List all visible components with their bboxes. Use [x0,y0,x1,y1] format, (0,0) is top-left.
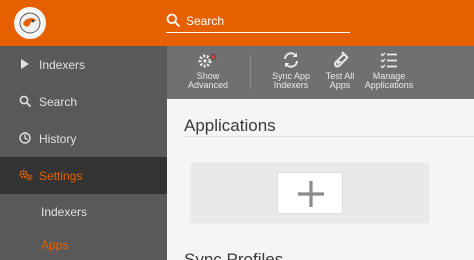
manage-applications-button[interactable]: Manage Applications [362,51,416,97]
top-header [0,0,474,46]
sidebar-item-indexers[interactable]: Indexers [0,46,167,83]
section-divider [184,136,474,137]
list-check-icon [380,52,397,69]
sidebar-item-label: Indexers [39,58,86,72]
sidebar-item-label: History [39,132,77,146]
toolbar-label-line2: Apps [329,80,351,90]
sidebar-item-search[interactable]: Search [0,83,167,120]
advanced-settings-icon [198,53,217,68]
play-icon [21,59,29,69]
applications-card [191,163,429,223]
toolbar-label-line2: Applications [364,80,414,90]
sidebar-subitem-indexers[interactable]: Indexers [0,196,167,228]
test-all-apps-button[interactable]: Test All Apps [321,51,359,97]
sidebar-item-history[interactable]: History [0,120,167,157]
show-advanced-button[interactable]: Show Advanced [183,51,233,97]
page-toolbar: Show Advanced Sync App Indexers Test All… [167,46,474,99]
toolbar-label-line2: Advanced [187,80,229,90]
applications-heading: Applications [184,116,276,135]
toolbar-label-line2: Indexers [273,80,309,90]
sidebar-item-label: Search [39,95,78,109]
sidebar-subitem-label: Apps [41,238,69,252]
sync-profiles-heading: Sync Profiles [184,250,284,260]
gears-icon [19,169,33,181]
app-logo[interactable] [14,7,46,39]
logo-icon [19,12,41,34]
search-icon [166,13,180,27]
history-icon [19,132,31,144]
sidebar-subitem-apps[interactable]: Apps [0,229,167,260]
search-input[interactable] [186,12,346,30]
sidebar: Indexers Search History Settings Indexer… [0,46,167,260]
search-box [166,11,350,33]
test-tube-icon [334,51,349,68]
sync-icon [284,52,298,68]
sidebar-item-label: Settings [39,169,83,183]
sync-app-indexers-button[interactable]: Sync App Indexers [268,51,314,97]
toolbar-separator [250,55,251,89]
main-content: Applications Sync Profiles [167,99,474,260]
add-application-button[interactable] [277,172,343,214]
sidebar-item-settings[interactable]: Settings [0,157,167,194]
plus-icon [298,181,324,207]
sidebar-subitem-label: Indexers [41,205,88,219]
search-icon [19,95,31,107]
